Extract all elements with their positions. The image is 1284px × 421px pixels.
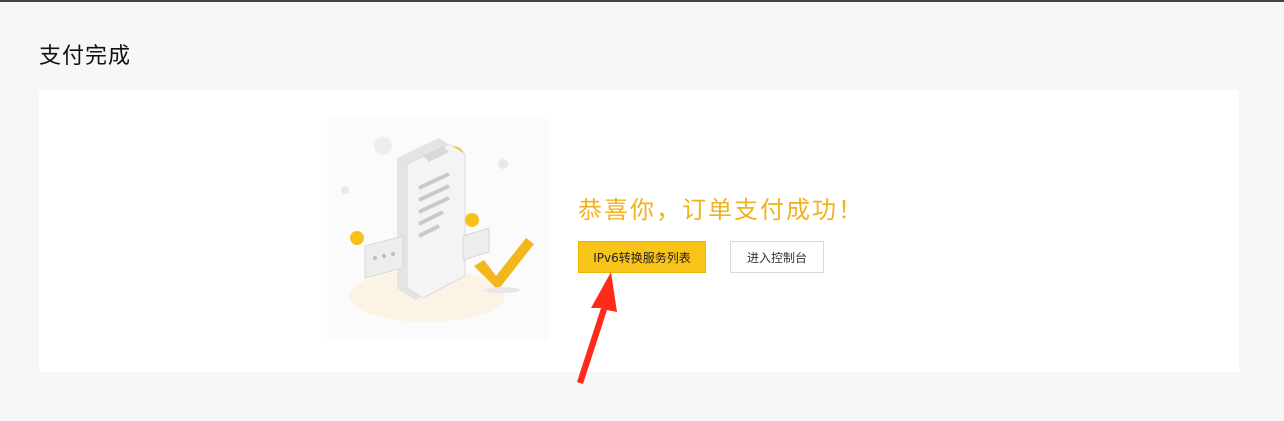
ipv6-service-list-button[interactable]: IPv6转换服务列表 — [578, 241, 706, 273]
red-arrow-icon — [577, 272, 617, 384]
page-title: 支付完成 — [39, 44, 132, 69]
top-border — [0, 0, 1284, 2]
enter-console-button[interactable]: 进入控制台 — [730, 241, 824, 273]
check-mark-icon — [474, 238, 534, 293]
success-message: 恭喜你，订单支付成功！ — [578, 196, 864, 224]
result-card — [39, 90, 1239, 372]
payment-success-illustration-icon — [327, 118, 549, 340]
